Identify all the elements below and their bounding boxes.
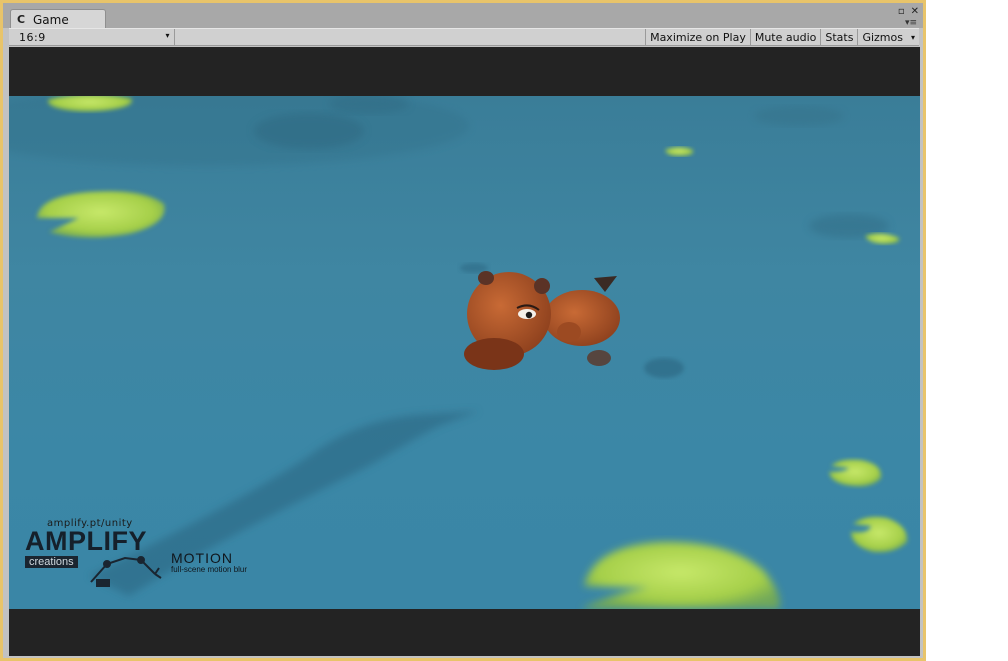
toolbar-right-group: Maximize on Play Mute audio Stats Gizmos…: [645, 29, 919, 45]
window-menu-icon[interactable]: ▾≡: [905, 18, 917, 28]
logo-tagline: full-scene motion blur: [171, 565, 248, 574]
tab-game-label: Game: [33, 12, 69, 27]
game-window: C Game ▫ ✕ ▾≡ 16:9 ▾ Maximize on Play Mu…: [0, 0, 926, 661]
logo-brand-sub: creations: [25, 556, 78, 568]
stats-toggle[interactable]: Stats: [820, 29, 857, 45]
logo-product: MOTION: [171, 550, 233, 566]
aspect-ratio-value: 16:9: [19, 30, 46, 44]
game-toolbar: 16:9 ▾ Maximize on Play Mute audio Stats…: [9, 28, 919, 46]
mute-audio-label: Mute audio: [754, 30, 817, 44]
logo-brand: AMPLIFY: [25, 526, 147, 556]
window-controls: ▫ ✕: [898, 6, 919, 17]
restore-icon[interactable]: ▫: [898, 6, 905, 17]
aspect-ratio-dropdown[interactable]: 16:9 ▾: [13, 29, 175, 45]
game-viewport[interactable]: amplify.pt/unity AMPLIFY creations MOTIO…: [9, 47, 920, 656]
unity-game-icon: C: [17, 12, 26, 26]
close-icon[interactable]: ✕: [911, 6, 919, 17]
maximize-on-play-toggle[interactable]: Maximize on Play: [645, 29, 750, 45]
chevron-down-icon: ▾: [910, 32, 915, 42]
gizmos-label: Gizmos: [862, 30, 903, 44]
game-scene-render: amplify.pt/unity AMPLIFY creations MOTIO…: [9, 96, 920, 609]
maximize-on-play-label: Maximize on Play: [650, 30, 746, 44]
window-titlebar: C Game ▫ ✕ ▾≡: [3, 3, 923, 29]
stats-label: Stats: [825, 30, 854, 44]
tab-game[interactable]: C Game: [10, 9, 106, 29]
mute-audio-toggle[interactable]: Mute audio: [749, 29, 821, 45]
gizmos-dropdown[interactable]: Gizmos ▾: [857, 29, 919, 45]
chevron-down-icon: ▾: [165, 31, 170, 40]
capybara-character: [464, 271, 620, 370]
amplify-motion-logo: amplify.pt/unity AMPLIFY creations MOTIO…: [25, 518, 285, 598]
robot-arm-icon: [90, 556, 162, 587]
